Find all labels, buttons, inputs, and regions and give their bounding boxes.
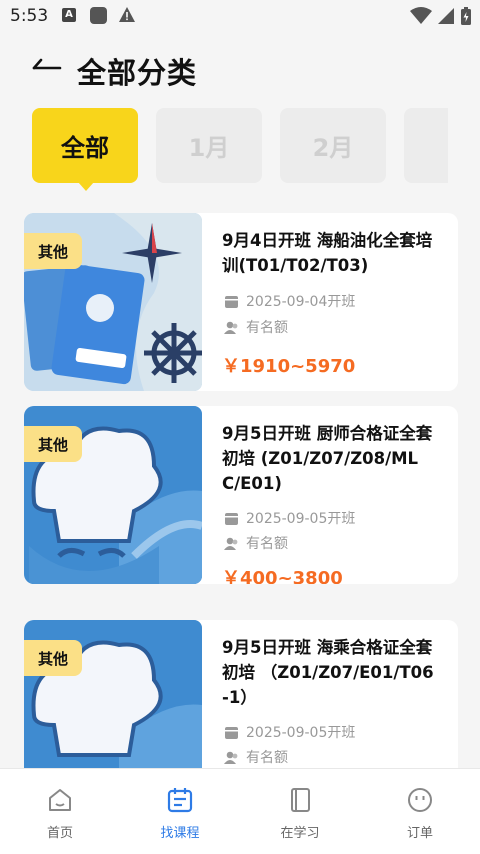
month-tabs: 全部 1月 2月 3 bbox=[32, 108, 448, 193]
course-seats: 有名额 bbox=[246, 320, 288, 336]
calendar-small-icon bbox=[225, 512, 238, 525]
course-date-row: 2025-09-05开班 bbox=[224, 722, 355, 742]
course-seats-row: 有名额 bbox=[224, 533, 288, 553]
course-seats-row: 有名额 bbox=[224, 317, 288, 337]
nav-courses-label: 找课程 bbox=[160, 826, 200, 841]
course-date: 2025-09-05开班 bbox=[246, 725, 356, 741]
status-indicators bbox=[409, 7, 472, 29]
course-date: 2025-09-04开班 bbox=[246, 294, 356, 310]
course-title: 9月5日开班 厨师合格证全套初培 (Z01/Z07/Z08/MLC/E01) bbox=[222, 424, 433, 493]
people-icon bbox=[224, 321, 238, 334]
course-seats-row: 有名额 bbox=[224, 747, 288, 767]
calendar-icon bbox=[167, 788, 193, 813]
course-date-row: 2025-09-04开班 bbox=[224, 291, 355, 311]
page-title: 全部分类 bbox=[77, 56, 198, 90]
course-seats: 有名额 bbox=[246, 536, 288, 552]
people-icon bbox=[224, 537, 238, 550]
status-bar: 5:53 A bbox=[0, 0, 480, 34]
bottom-nav: 首页 找课程 在学习 订单 bbox=[0, 768, 480, 854]
keyboard-a-icon: A bbox=[62, 8, 76, 22]
calendar-small-icon bbox=[225, 295, 238, 308]
tab-jan[interactable]: 1月 bbox=[156, 108, 262, 183]
signal-icon bbox=[437, 8, 454, 24]
category-badge: 其他 bbox=[24, 640, 82, 676]
nav-learning-label: 在学习 bbox=[280, 826, 320, 841]
course-thumbnail-chef: 其他 bbox=[24, 620, 202, 780]
nav-home[interactable]: 首页 bbox=[0, 769, 120, 854]
nav-home-label: 首页 bbox=[46, 826, 73, 841]
battery-icon bbox=[461, 7, 471, 25]
nav-courses[interactable]: 找课程 bbox=[120, 769, 240, 854]
course-date-row: 2025-09-05开班 bbox=[224, 508, 355, 528]
back-arrow-icon[interactable] bbox=[32, 54, 62, 82]
calendar-small-icon bbox=[225, 726, 238, 739]
book-icon bbox=[291, 788, 310, 812]
people-icon bbox=[224, 751, 238, 764]
tab-all[interactable]: 全部 bbox=[32, 108, 138, 191]
course-seats: 有名额 bbox=[246, 750, 288, 766]
course-title: 9月5日开班 海乘合格证全套初培 （Z01/Z07/E01/T06-1） bbox=[222, 638, 434, 707]
course-price: ￥1910~5970 bbox=[222, 356, 356, 377]
status-time: 5:53 bbox=[10, 6, 49, 26]
warning-icon bbox=[119, 7, 135, 22]
course-card[interactable]: 其他 9月5日开班 海乘合格证全套初培 （Z01/Z07/E01/T06-1） … bbox=[24, 620, 458, 780]
course-thumbnail-chef: 其他 bbox=[24, 406, 202, 584]
course-price: ￥400~3800 bbox=[222, 568, 343, 584]
nav-learning[interactable]: 在学习 bbox=[240, 769, 360, 854]
category-badge: 其他 bbox=[24, 426, 82, 462]
tab-feb[interactable]: 2月 bbox=[280, 108, 386, 183]
course-date: 2025-09-05开班 bbox=[246, 511, 356, 527]
nav-orders[interactable]: 订单 bbox=[360, 769, 480, 854]
course-title: 9月4日开班 海船油化全套培训(T01/T02/T03) bbox=[222, 231, 433, 275]
course-thumbnail-seafarer: 其他 bbox=[24, 213, 202, 391]
home-icon bbox=[49, 789, 71, 811]
app-square-icon bbox=[90, 7, 107, 24]
page-header: 全部分类 bbox=[0, 44, 480, 94]
nav-orders-label: 订单 bbox=[406, 826, 433, 841]
wifi-icon bbox=[409, 7, 432, 24]
category-badge: 其他 bbox=[24, 233, 82, 269]
course-card[interactable]: 其他 9月5日开班 厨师合格证全套初培 (Z01/Z07/Z08/MLC/E01… bbox=[24, 406, 458, 584]
tab-mar[interactable]: 3 bbox=[404, 108, 448, 183]
course-card[interactable]: 其他 9月4日开班 海船油化全套培训(T01/T02/T03) 2025-09-… bbox=[24, 213, 458, 391]
smiley-icon bbox=[408, 788, 432, 812]
